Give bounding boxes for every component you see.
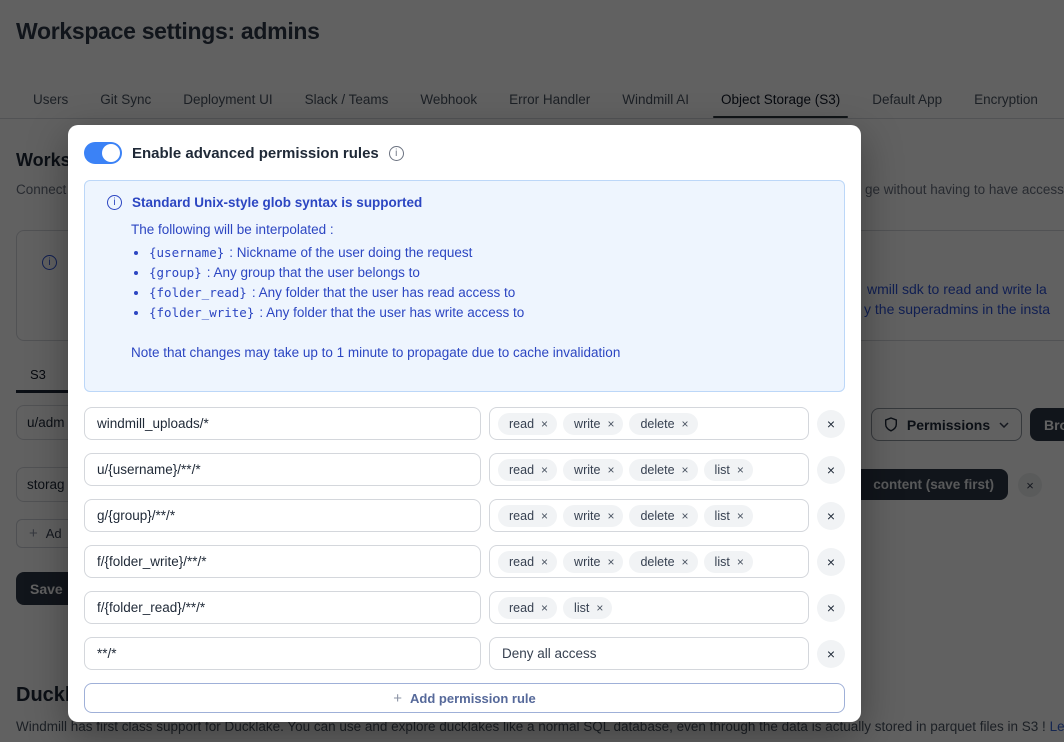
remove-permission-icon[interactable]: ×: [541, 417, 548, 431]
info-icon: i: [388, 145, 404, 161]
rule-path-input[interactable]: [84, 499, 481, 532]
permission-tag-label: write: [574, 416, 601, 431]
permission-tag: delete ×: [629, 504, 698, 527]
permission-rule-row: read × write × delete × ×: [84, 407, 845, 440]
permission-tag: read ×: [498, 596, 558, 619]
permission-tag-label: list: [714, 508, 730, 523]
info-icon: i: [107, 195, 122, 210]
permission-tag: read ×: [498, 412, 558, 435]
permission-tag-label: read: [509, 600, 535, 615]
interpolation-item: {folder_write}: Any folder that the user…: [149, 303, 828, 323]
toggle-label: Enable advanced permission rules: [132, 144, 379, 162]
rule-permissions-box[interactable]: read × list ×: [489, 591, 809, 624]
remove-permission-icon[interactable]: ×: [596, 601, 603, 615]
toggle-knob: [102, 144, 120, 162]
enable-rules-row: Enable advanced permission rules i: [84, 141, 845, 165]
info-note: Note that changes may take up to 1 minut…: [131, 345, 621, 360]
rule-permissions-box[interactable]: read × write × delete × list ×: [489, 453, 809, 486]
permission-tag: write ×: [563, 550, 624, 573]
permission-rule-row: read × list × ×: [84, 591, 845, 624]
rule-permissions-box[interactable]: read × write × delete × list ×: [489, 545, 809, 578]
rule-permissions-box[interactable]: read × write × delete ×: [489, 407, 809, 440]
remove-permission-icon[interactable]: ×: [541, 509, 548, 523]
remove-permission-icon[interactable]: ×: [541, 463, 548, 477]
permission-tag-label: read: [509, 462, 535, 477]
permission-tag: read ×: [498, 504, 558, 527]
remove-permission-icon[interactable]: ×: [541, 555, 548, 569]
permission-tag-label: read: [509, 508, 535, 523]
interpolation-item: {username}: Nickname of the user doing t…: [149, 243, 828, 263]
permission-rule-row: read × write × delete × list × ×: [84, 453, 845, 486]
remove-permission-icon[interactable]: ×: [607, 463, 614, 477]
permission-tag: list ×: [703, 504, 753, 527]
permission-tag-label: list: [574, 600, 590, 615]
permission-tag-label: list: [714, 462, 730, 477]
deny-all-access-text: Deny all access: [502, 646, 597, 661]
permission-tag-label: delete: [640, 416, 675, 431]
permission-rules-list: read × write × delete × × read × write ×…: [84, 407, 845, 670]
permission-tag: read ×: [498, 458, 558, 481]
remove-permission-icon[interactable]: ×: [682, 509, 689, 523]
interpolation-list: {username}: Nickname of the user doing t…: [131, 243, 828, 323]
delete-rule-button[interactable]: ×: [817, 593, 845, 622]
remove-permission-icon[interactable]: ×: [737, 463, 744, 477]
permission-tag: list ×: [563, 596, 613, 619]
permission-tag-label: write: [574, 508, 601, 523]
permission-tag: list ×: [703, 550, 753, 573]
permission-tag: delete ×: [629, 550, 698, 573]
rule-path-input[interactable]: [84, 637, 481, 670]
permission-tag-label: delete: [640, 508, 675, 523]
permission-rule-row: Deny all access ×: [84, 637, 845, 670]
remove-permission-icon[interactable]: ×: [541, 601, 548, 615]
info-title: Standard Unix-style glob syntax is suppo…: [132, 195, 423, 210]
permission-tag: write ×: [563, 412, 624, 435]
delete-rule-button[interactable]: ×: [817, 409, 845, 438]
delete-rule-button[interactable]: ×: [817, 639, 845, 668]
permission-tag-label: delete: [640, 462, 675, 477]
rule-path-input[interactable]: [84, 545, 481, 578]
enable-rules-toggle[interactable]: [84, 142, 122, 164]
permission-tag-label: write: [574, 554, 601, 569]
remove-permission-icon[interactable]: ×: [682, 555, 689, 569]
permission-rules-modal: Enable advanced permission rules i i Sta…: [68, 125, 861, 722]
remove-permission-icon[interactable]: ×: [682, 463, 689, 477]
rule-path-input[interactable]: [84, 453, 481, 486]
remove-permission-icon[interactable]: ×: [607, 555, 614, 569]
add-permission-rule-label: Add permission rule: [410, 690, 536, 706]
permission-tag-label: read: [509, 416, 535, 431]
remove-permission-icon[interactable]: ×: [607, 509, 614, 523]
permission-tag: write ×: [563, 504, 624, 527]
permission-tag: write ×: [563, 458, 624, 481]
permission-tag-label: list: [714, 554, 730, 569]
rule-permissions-box[interactable]: read × write × delete × list ×: [489, 499, 809, 532]
delete-rule-button[interactable]: ×: [817, 455, 845, 484]
interpolation-item: {folder_read}: Any folder that the user …: [149, 283, 828, 303]
permission-rule-row: read × write × delete × list × ×: [84, 545, 845, 578]
plus-icon: +: [393, 689, 403, 707]
delete-rule-button[interactable]: ×: [817, 501, 845, 530]
rule-path-input[interactable]: [84, 407, 481, 440]
permission-tag: delete ×: [629, 412, 698, 435]
glob-syntax-info-box: i Standard Unix-style glob syntax is sup…: [84, 180, 845, 392]
permission-tag: read ×: [498, 550, 558, 573]
permission-tag: list ×: [703, 458, 753, 481]
permission-tag-label: write: [574, 462, 601, 477]
permission-tag-label: read: [509, 554, 535, 569]
remove-permission-icon[interactable]: ×: [737, 555, 744, 569]
interpolation-item: {group}: Any group that the user belongs…: [149, 263, 828, 283]
rule-path-input[interactable]: [84, 591, 481, 624]
info-intro: The following will be interpolated :: [131, 222, 334, 237]
rule-permissions-box[interactable]: Deny all access: [489, 637, 809, 670]
add-permission-rule-button[interactable]: + Add permission rule: [84, 683, 845, 713]
permission-tag-label: delete: [640, 554, 675, 569]
permission-tag: delete ×: [629, 458, 698, 481]
remove-permission-icon[interactable]: ×: [737, 509, 744, 523]
delete-rule-button[interactable]: ×: [817, 547, 845, 576]
permission-rule-row: read × write × delete × list × ×: [84, 499, 845, 532]
remove-permission-icon[interactable]: ×: [607, 417, 614, 431]
remove-permission-icon[interactable]: ×: [682, 417, 689, 431]
